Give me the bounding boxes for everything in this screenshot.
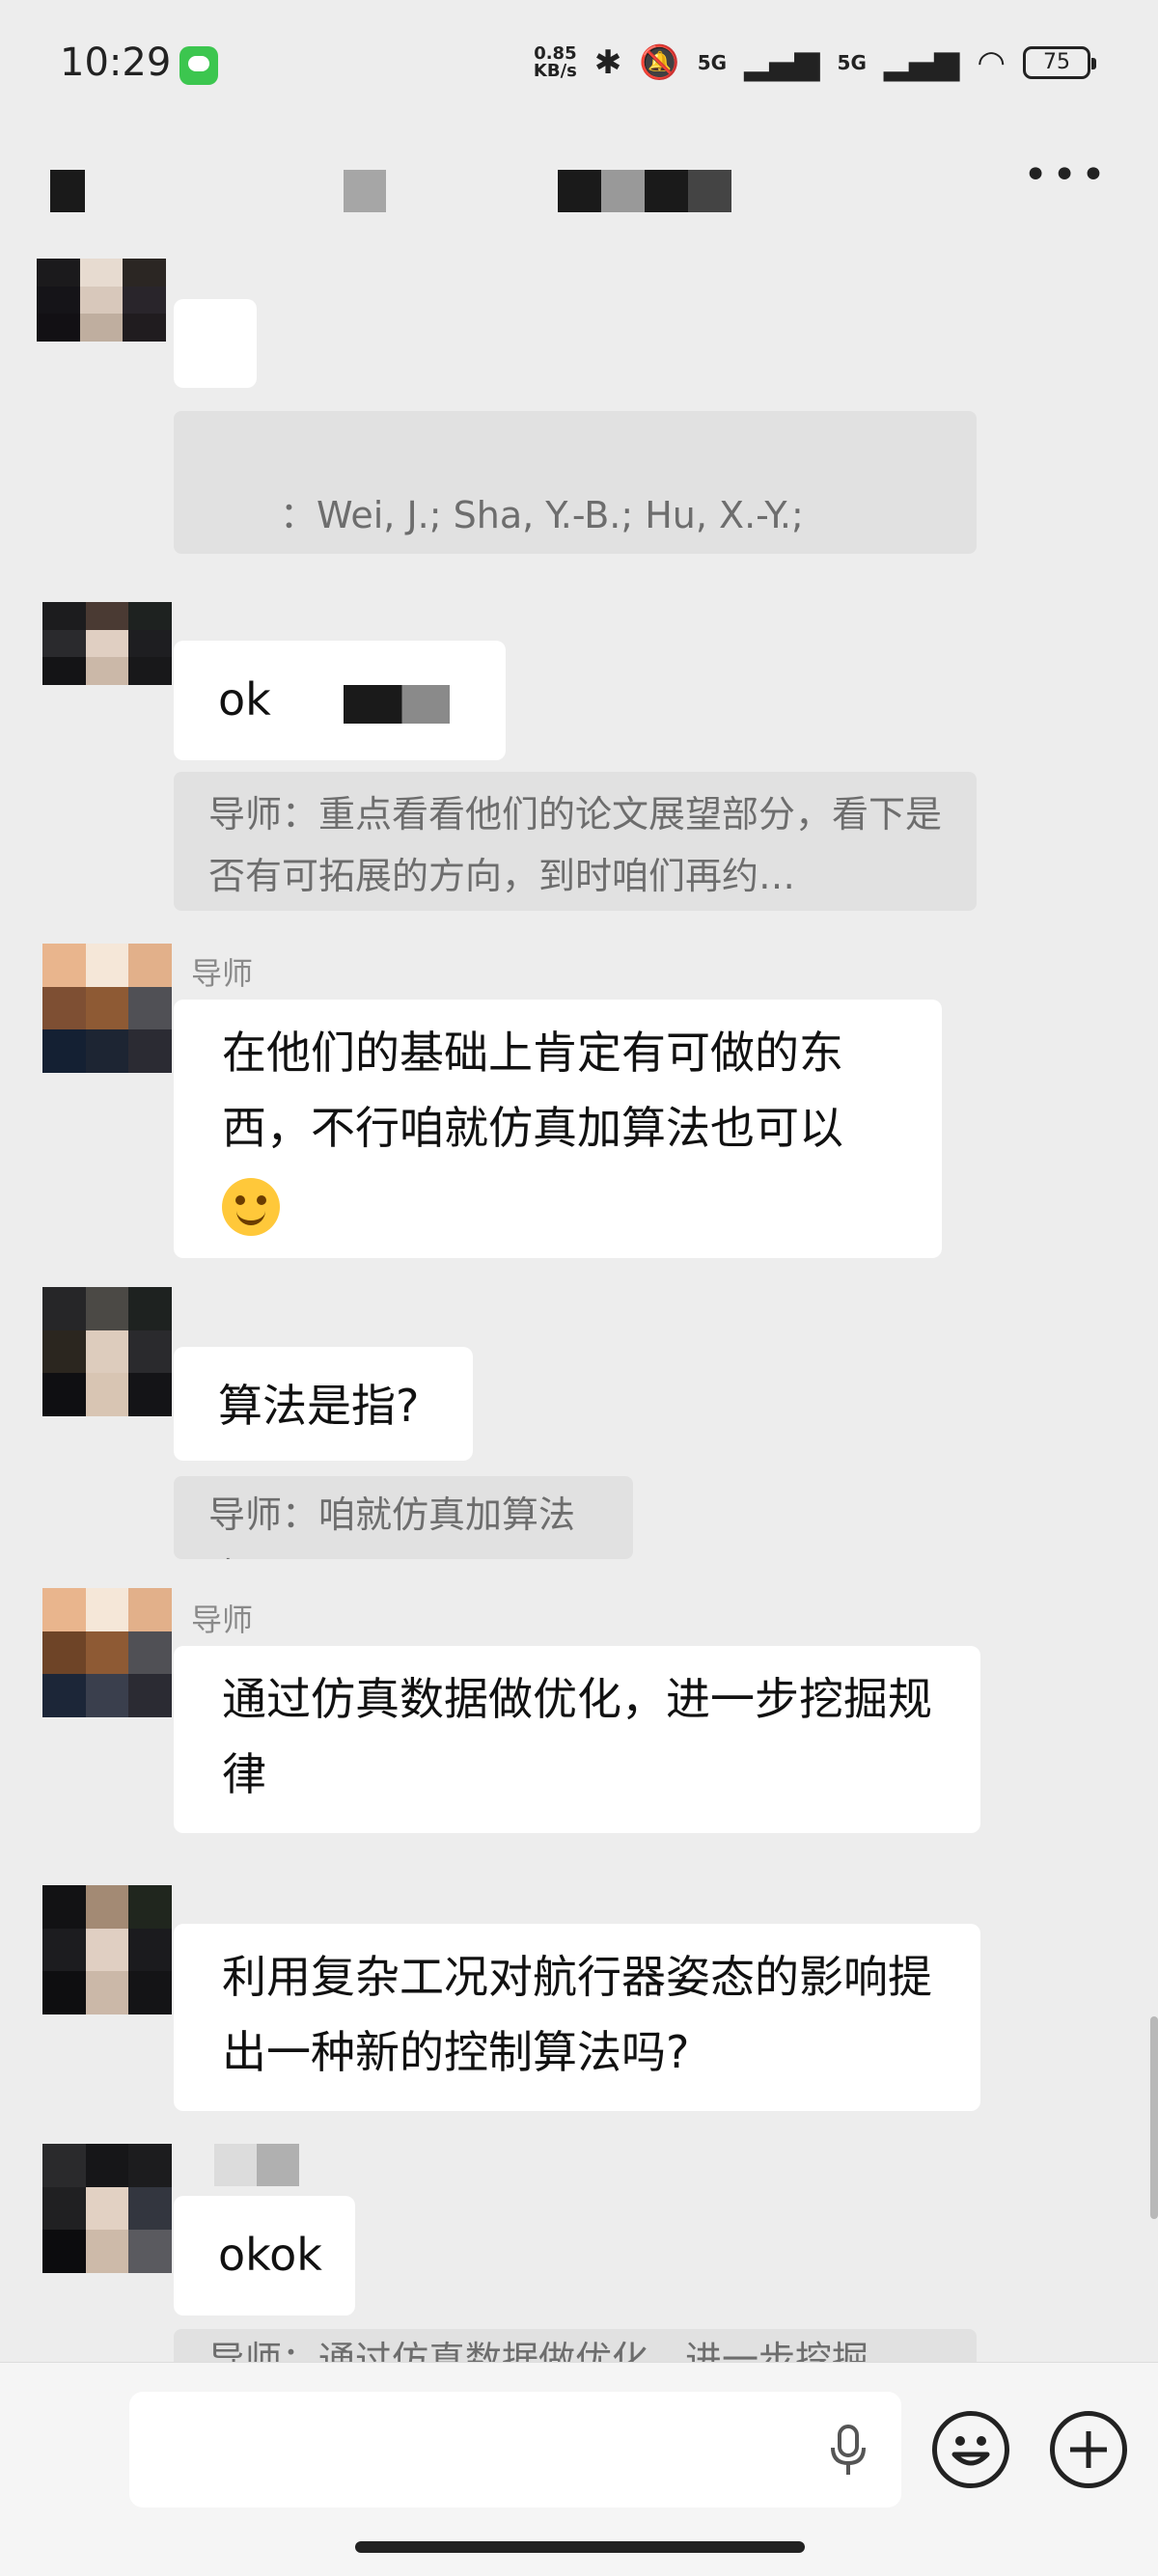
avatar[interactable] [42,1287,172,1416]
message-bubble-redacted[interactable] [174,299,257,388]
more-dots-icon[interactable]: ••• [1023,154,1110,197]
avatar[interactable] [42,944,172,1073]
mute-bell-icon: 🔕 [639,43,680,82]
wifi-icon: ◠ [977,43,1006,82]
quoted-message[interactable]: ：Wei, J.; Sha, Y.-B.; Hu, X.-Y.; Z.; Che… [174,411,977,554]
chat-title-redacted [344,170,386,212]
chat-title-redacted [558,170,731,212]
signal-bars-icon: ▂▄▆ [883,43,960,82]
message-bubble[interactable]: 通过仿真数据做优化，进一步挖掘规律 [174,1646,980,1833]
message-text: 在他们的基础上肯定有可做的东西，不行咱就仿真加算法也可以 [222,1027,843,1154]
status-bar: 10:29 0.85 KB/s ✱ 🔕 5G ▂▄▆ 5G ▂▄▆ ◠ 75 [0,0,1158,135]
sender-name-redacted [214,2144,299,2186]
signal-5g-1: 5G [697,51,728,74]
smiling-emoji-icon [222,1177,280,1236]
home-indicator[interactable] [355,2541,805,2553]
message-bubble[interactable]: 在他们的基础上肯定有可做的东西，不行咱就仿真加算法也可以 [174,1000,942,1258]
avatar[interactable] [42,602,172,685]
redacted-block [344,685,450,724]
message-bubble[interactable]: okok [174,2196,355,2316]
message-bubble[interactable]: 利用复杂工况对航行器姿态的影响提出一种新的控制算法吗? [174,1924,980,2111]
avatar[interactable] [42,1588,172,1717]
microphone-icon[interactable] [830,2425,867,2477]
message-bubble[interactable]: ok [174,641,506,760]
message-bubble[interactable]: 算法是指? [174,1347,473,1461]
message-text: ok [218,673,271,726]
sender-name: 导师 [191,1602,254,1638]
signal-5g-2: 5G [837,51,867,74]
network-speed: 0.85 KB/s [533,43,577,81]
message-input[interactable] [129,2392,901,2507]
message-text: okok [218,2229,322,2281]
quoted-text: 导师：咱就仿真加算法也 [208,1494,576,1559]
avatar[interactable] [37,259,166,342]
scrollbar[interactable] [1150,2016,1158,2219]
bluetooth-icon: ✱ [593,43,622,82]
signal-bars-icon: ▂▄▆ [744,43,820,82]
status-time: 10:29 [60,41,172,85]
plus-icon[interactable] [1050,2411,1127,2488]
quoted-message[interactable]: 导师：重点看看他们的论文展望部分，看下是否有可拓展的方向，到时咱们再约… [174,772,977,911]
quoted-text: 导师：重点看看他们的论文展望部分，看下是否有可拓展的方向，到时咱们再约… [208,793,943,897]
avatar[interactable] [42,1885,172,2014]
smiley-icon[interactable] [932,2411,1009,2488]
chat-title-bar [0,135,1158,251]
status-indicators: 0.85 KB/s ✱ 🔕 5G ▂▄▆ 5G ▂▄▆ ◠ 75 [533,39,1096,87]
quoted-text: ：Wei, J.; Sha, Y.-B.; Hu, X.-Y.; Z.; Che… [280,494,804,536]
back-button[interactable] [50,170,85,212]
message-text: 通过仿真数据做优化，进一步挖掘规律 [222,1673,932,1800]
sender-name: 导师 [191,955,254,992]
message-text: 算法是指? [218,1380,420,1432]
message-text: 利用复杂工况对航行器姿态的影响提出一种新的控制算法吗? [222,1951,932,2078]
avatar[interactable] [42,2144,172,2273]
battery-indicator: 75 [1023,46,1096,79]
messages-app-icon [179,46,218,85]
quoted-message[interactable]: 导师：咱就仿真加算法也 [174,1476,633,1559]
